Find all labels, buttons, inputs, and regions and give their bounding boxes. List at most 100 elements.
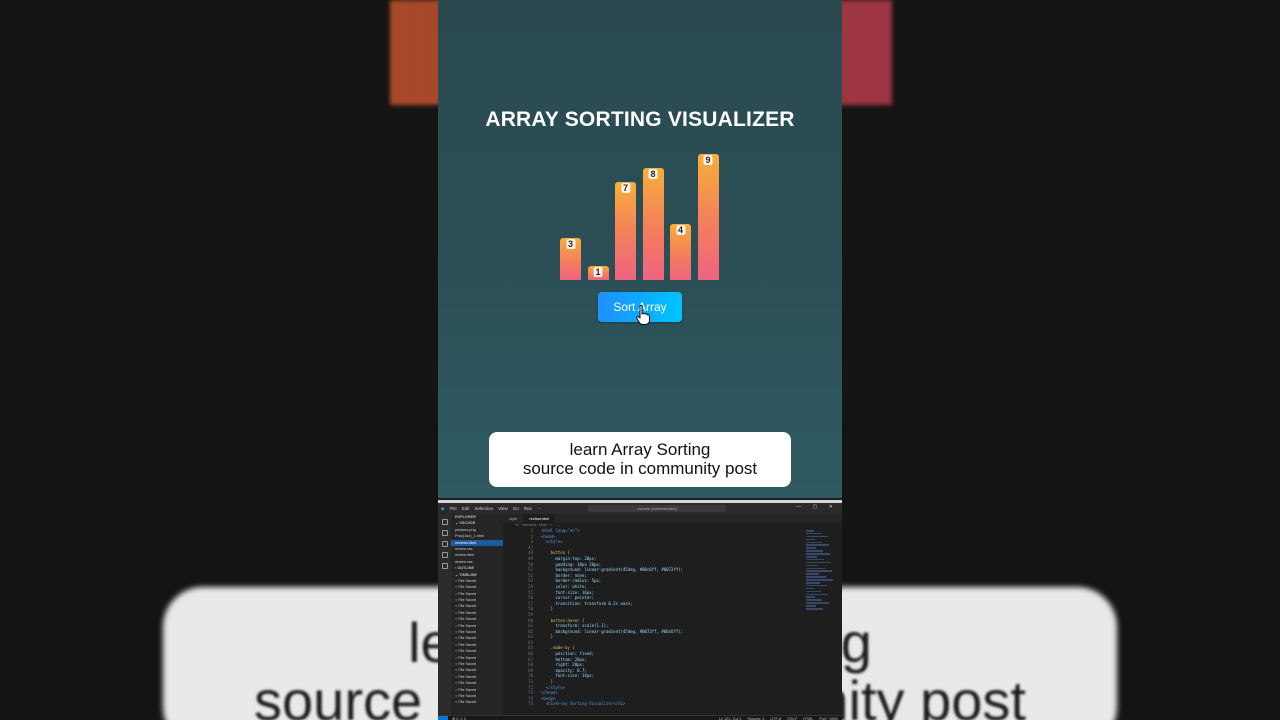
code-editor[interactable]: style review.html <> reviews.html > ... 1… [503,514,842,715]
hand-cursor-icon [636,305,650,325]
minimap-line [806,564,818,567]
minimap-line [806,532,821,535]
code-text: background: linear-gradient(45deg, #00c6… [541,567,684,573]
menu-item[interactable]: ··· [537,506,542,511]
vscode-window: ◆ File Edit Selection View Go Run ··· vscode [… [438,500,842,720]
search-icon[interactable] [441,530,448,536]
minimap-line [806,541,822,544]
minimap-line [806,584,827,587]
code-text: right: 20px; [541,662,585,668]
code-text: transform: scale(1.1); [541,623,609,629]
bar-value-label: 3 [565,239,576,249]
caption-card: learn Array Sorting source code in commu… [489,432,791,487]
code-text: font-size: 16px; [541,589,594,595]
code-text: font-size: 14px; [541,673,594,679]
activity-bar [438,514,451,715]
minimap-line [806,570,832,572]
browser-preview: ARRAY SORTING VISUALIZER 317849 Sort Arr… [438,0,842,498]
menu-item[interactable]: Go [513,506,519,511]
minimap[interactable] [806,530,836,620]
video-frame: learn Array Sorting source code in commu… [0,0,1280,720]
array-bar: 8 [642,168,664,280]
bar-value-label: 8 [648,169,658,179]
code-text: padding: 10px 20px; [541,561,602,567]
bar-value-label: 9 [703,155,713,165]
minimap-line [806,608,823,610]
minimap-line [806,558,824,561]
line-number: 75 [528,701,533,707]
minimap-line [806,605,816,607]
source-control-icon[interactable] [441,541,448,547]
timeline-item[interactable]: ○ File Saved [451,699,503,705]
code-text: .made-by { [541,645,575,651]
code-text: color: white; [541,583,587,589]
menu-item[interactable]: Run [524,506,532,511]
minimap-line [806,547,816,549]
caption-line2: source code in community post [522,459,758,478]
minimap-line [806,544,829,546]
minimap-line [806,596,815,598]
minimap-line [806,590,821,593]
bar-value-label: 1 [593,267,603,277]
bar-chart: 3 1 7 8 4 9 [438,0,842,300]
status-bar: ⊗ 0 ⚠ 0 Ln 121, Col 1 Spaces: 4 UTF-8 CRLF H… [438,715,842,720]
minimap-line [806,587,814,590]
code-area[interactable]: 1 <html lang="en"> 2 <head> 3 <style> 47 48 bu… [503,528,842,707]
menu-item[interactable]: File [449,506,456,511]
code-text: <h1>Array Sorting Visualizer</h1> [541,701,626,707]
code-text: </head> [541,690,558,696]
code-text: border: none; [541,572,587,578]
array-bar: 3 [560,238,581,280]
minimap-line [806,573,819,575]
minimap-line [806,599,822,601]
short-video-frame: ARRAY SORTING VISUALIZER 317849 Sort Arr… [438,0,842,720]
editor-tab[interactable]: review.html [523,514,556,523]
menu-bar: File Edit Selection View Go Run ··· [444,506,541,511]
code-text: </style> [541,684,566,690]
code-text: transition: transform 0.2s ease; [541,600,633,606]
editor-tab[interactable]: style [503,514,523,523]
code-text: } [541,606,554,612]
minimap-line [806,556,817,558]
minimap-line [806,561,831,564]
code-text: position: fixed; [541,651,594,657]
code-text: } [541,679,554,685]
minimap-line [806,553,830,555]
menu-item[interactable]: Edit [462,506,470,511]
minimap-line [806,538,815,541]
remote-indicator-icon[interactable] [438,716,448,720]
code-text: button:hover { [541,617,585,623]
bar-value-label: 4 [675,225,686,235]
code-line: 75 <h1>Array Sorting Visualizer</h1> [503,701,842,707]
array-bar: 9 [697,154,719,280]
explorer-sidebar: EXPLORER ⌄ VSCODE pictures.png Prac(Jun)_1.… [451,514,503,715]
run-debug-icon[interactable] [441,552,448,558]
array-bar: 1 [587,266,609,280]
extensions-icon[interactable] [441,563,448,569]
code-text: border-radius: 5px; [541,578,602,584]
status-problems[interactable]: ⊗ 0 ⚠ 0 [452,716,466,720]
menu-item[interactable]: Selection [475,506,494,511]
status-right: Ln 121, Col 1 Spaces: 4 UTF-8 CRLF HTML Port … [713,716,838,720]
code-text: <body> [541,695,556,701]
explorer-icon[interactable] [441,519,448,525]
array-bar: 4 [670,224,691,280]
minimap-line [806,582,820,584]
menu-item[interactable]: View [498,506,508,511]
minimap-line [806,579,833,581]
code-text: } [541,634,554,640]
code-text: <style> [541,539,563,545]
array-bar: 7 [615,182,636,280]
minimap-line [806,535,828,538]
code-text: cursor: pointer; [541,595,594,601]
window-controls[interactable]: — ▢ ✕ [796,504,838,510]
code-text: button { [541,550,570,556]
caption-line1: learn Array Sorting [569,440,711,459]
minimap-line [806,602,829,604]
command-center[interactable]: vscode [Administrator] [588,505,726,512]
minimap-line [806,550,823,552]
code-text: opacity: 0.7; [541,667,587,673]
minimap-line [806,593,828,596]
vscode-titlebar: ◆ File Edit Selection View Go Run ··· vscode [… [438,503,842,514]
minimap-line [806,567,825,570]
